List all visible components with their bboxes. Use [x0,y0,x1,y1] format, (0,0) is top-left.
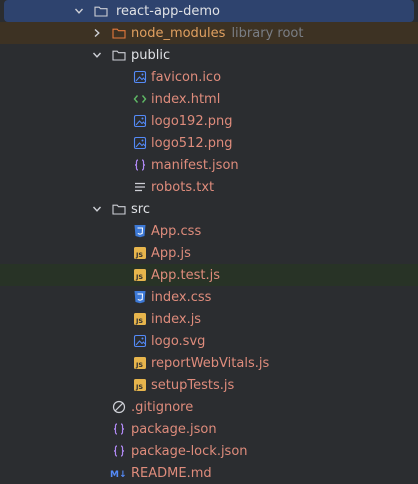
tree-label-node-modules: node_modules library root [131,25,304,41]
chevron-down-icon[interactable] [92,50,102,60]
svg-text:JS: JS [135,317,143,325]
tree-label-file: .gitignore [131,399,194,415]
tree-label-root: react-app-demo [116,3,220,19]
svg-text:JS: JS [135,383,143,391]
tree-label-file: README.md [131,465,212,481]
project-tree: react-app-demo node_modules library root … [0,0,418,482]
folder-icon [112,26,126,40]
tree-label-file: index.js [151,311,202,327]
svg-text:JS: JS [135,251,143,259]
tree-row-file[interactable]: logo.svg [0,330,418,352]
image-file-icon [133,70,147,84]
tree-label-file: index.html [151,91,221,107]
css-file-icon [133,290,147,304]
tree-row-file[interactable]: JS reportWebVitals.js [0,352,418,374]
tree-label-file: App.css [151,223,202,239]
image-file-icon [133,334,147,348]
tree-row-file[interactable]: favicon.ico [0,66,418,88]
css-file-icon [133,224,147,238]
tree-row-file[interactable]: package-lock.json [0,440,418,462]
tree-row-file[interactable]: logo192.png [0,110,418,132]
tree-label-public: public [131,47,171,63]
tree-row-public[interactable]: public [0,44,418,66]
js-file-icon: JS [133,378,147,392]
tree-row-src[interactable]: src [0,198,418,220]
js-file-icon: JS [133,356,147,370]
tree-row-node-modules[interactable]: node_modules library root [0,22,418,44]
folder-icon [112,202,126,216]
folder-icon [112,48,126,62]
text-file-icon [133,180,147,194]
chevron-right-icon[interactable] [92,28,102,38]
tree-row-root[interactable]: react-app-demo [4,0,414,22]
tree-row-file[interactable]: index.css [0,286,418,308]
tree-row-file[interactable]: robots.txt [0,176,418,198]
tree-label-file: logo.svg [151,333,206,349]
tree-row-file[interactable]: JS App.js [0,242,418,264]
json-file-icon [133,158,147,172]
html-file-icon [133,92,147,106]
image-file-icon [133,136,147,150]
library-root-hint: library root [231,25,304,41]
markdown-file-icon: M↓ [110,466,128,480]
js-file-icon: JS [133,268,147,282]
tree-label-src: src [131,201,150,217]
tree-label-file: App.test.js [151,267,221,283]
json-file-icon [112,444,126,458]
js-file-icon: JS [133,246,147,260]
tree-label-file: logo512.png [151,135,233,151]
tree-row-file[interactable]: M↓ README.md [0,462,418,484]
ignore-file-icon [112,400,126,414]
tree-row-file[interactable]: JS index.js [0,308,418,330]
folder-icon [94,4,108,18]
tree-row-file[interactable]: logo512.png [0,132,418,154]
tree-label-file: setupTests.js [151,377,235,393]
json-file-icon [112,422,126,436]
tree-row-file[interactable]: JS setupTests.js [0,374,418,396]
tree-row-file[interactable]: index.html [0,88,418,110]
tree-row-file[interactable]: manifest.json [0,154,418,176]
tree-label-file: manifest.json [151,157,239,173]
tree-row-file[interactable]: JS App.test.js [0,264,418,286]
tree-row-file[interactable]: package.json [0,418,418,440]
tree-row-file[interactable]: .gitignore [0,396,418,418]
js-file-icon: JS [133,312,147,326]
svg-text:JS: JS [135,273,143,281]
chevron-down-icon[interactable] [92,204,102,214]
tree-row-file[interactable]: App.css [0,220,418,242]
svg-text:M↓: M↓ [110,470,127,480]
tree-label-file: index.css [151,289,212,305]
tree-label-file: reportWebVitals.js [151,355,270,371]
chevron-down-icon[interactable] [74,6,84,16]
tree-label-file: robots.txt [151,179,215,195]
tree-label-file: App.js [151,245,191,261]
tree-label-file: package-lock.json [131,443,248,459]
tree-label-file: logo192.png [151,113,233,129]
tree-label-file: favicon.ico [151,69,222,85]
tree-label-file: package.json [131,421,217,437]
svg-text:JS: JS [135,361,143,369]
image-file-icon [133,114,147,128]
